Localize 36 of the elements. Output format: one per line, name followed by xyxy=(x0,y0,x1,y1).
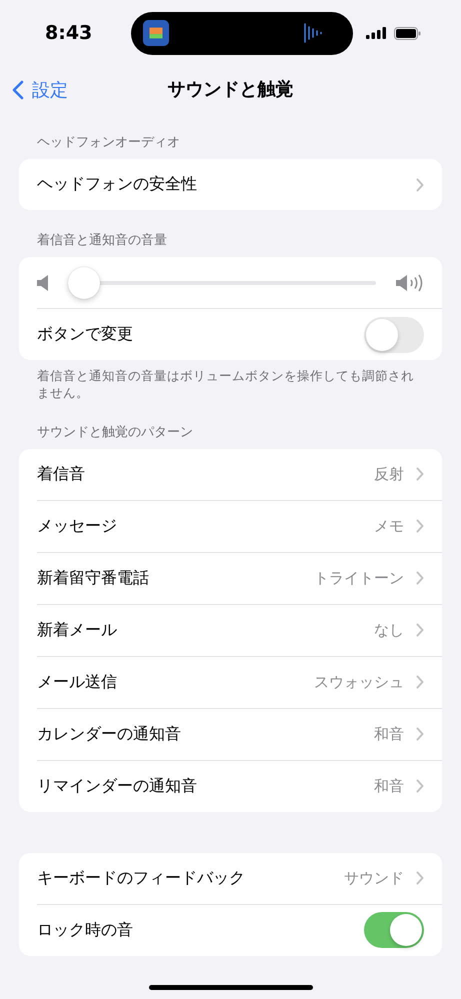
chevron-right-icon xyxy=(416,779,424,794)
chevron-right-icon xyxy=(416,623,424,638)
toggle-label: ロック時の音 xyxy=(37,920,133,941)
chevron-left-icon xyxy=(12,80,24,100)
chevron-right-icon xyxy=(416,727,424,742)
section-header: ヘッドフォンオーディオ xyxy=(36,134,181,152)
section-footer: 着信音と通知音の音量はボリュームボタンを操作しても調節されません。 xyxy=(19,360,442,402)
settings-row[interactable]: 新着メール なし xyxy=(19,604,442,656)
waveform-icon xyxy=(302,23,324,43)
chevron-right-icon xyxy=(416,467,424,482)
page-title: サウンドと触覚 xyxy=(168,78,294,101)
settings-row[interactable]: ヘッドフォンの安全性 xyxy=(19,159,442,210)
settings-row[interactable]: メッセージ メモ xyxy=(19,500,442,552)
chevron-right-icon xyxy=(416,871,424,886)
settings-row[interactable]: メール送信 スウォッシュ xyxy=(19,656,442,708)
settings-row[interactable]: 着信音 反射 xyxy=(19,448,442,500)
chevron-right-icon xyxy=(416,675,424,690)
settings-row[interactable]: カレンダーの通知音 和音 xyxy=(19,708,442,760)
settings-row[interactable]: キーボードのフィードバック サウンド xyxy=(19,852,442,904)
app-icon xyxy=(142,20,168,46)
chevron-right-icon xyxy=(416,178,424,192)
signal-icon xyxy=(366,27,386,39)
chevron-right-icon xyxy=(416,571,424,586)
back-button[interactable]: 設定 xyxy=(10,76,70,104)
status-time: 8:43 xyxy=(45,22,94,44)
section-header: サウンドと触覚のパターン xyxy=(36,424,194,442)
speaker-high-icon xyxy=(396,274,424,292)
speaker-low-icon xyxy=(37,274,49,290)
settings-row[interactable]: 新着留守番電話 トライトーン xyxy=(19,552,442,604)
chevron-right-icon xyxy=(416,519,424,534)
section-header: 着信音と通知音の音量 xyxy=(36,232,168,250)
settings-row[interactable]: リマインダーの通知音 和音 xyxy=(19,760,442,812)
toggle-label: ボタンで変更 xyxy=(37,324,133,345)
toggle-switch[interactable] xyxy=(364,912,424,948)
toggle-switch[interactable] xyxy=(364,316,424,352)
battery-icon xyxy=(394,26,421,40)
